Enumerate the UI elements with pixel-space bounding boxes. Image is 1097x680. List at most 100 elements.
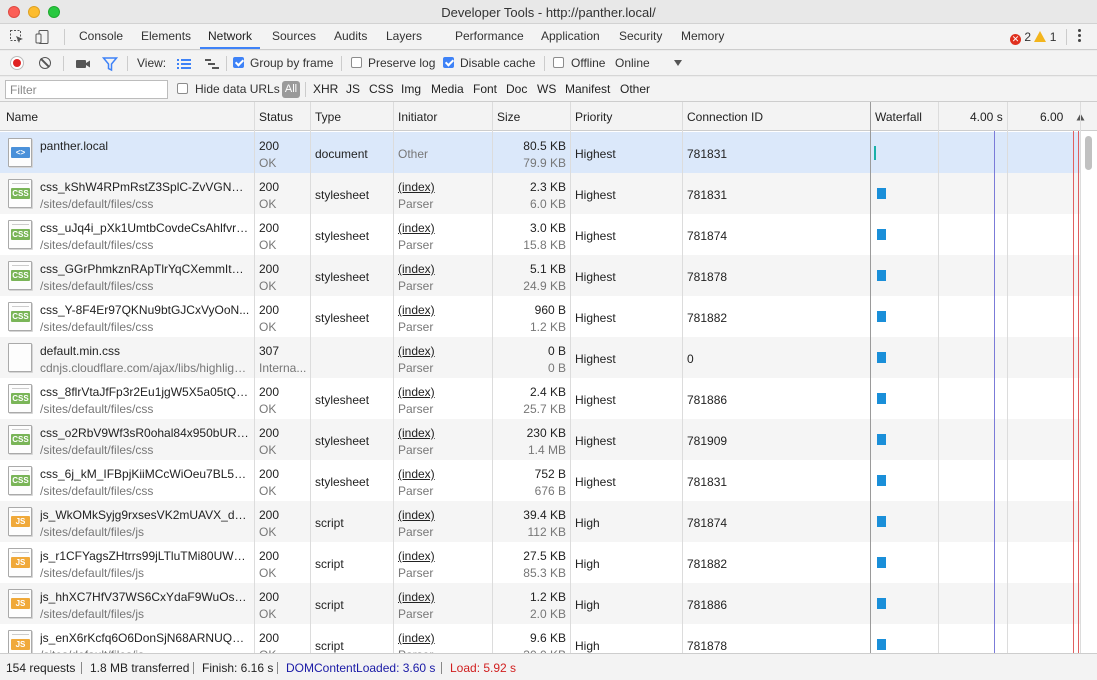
- group-by-frame-checkbox[interactable]: [233, 57, 244, 68]
- overview-waterfall-icon[interactable]: [204, 56, 220, 72]
- tab-application[interactable]: Application: [541, 24, 600, 49]
- request-name[interactable]: css_kShW4RPmRstZ3SplC-ZvVGNFV...: [40, 180, 250, 194]
- request-name[interactable]: css_Y-8F4Er97QKNu9btGJCxVyOoN...: [40, 303, 250, 317]
- initiator-type: Parser: [398, 402, 434, 416]
- request-name[interactable]: css_6j_kM_IFBpjKiiMCcWiOeu7BL5nIp...: [40, 467, 250, 481]
- filter-icon[interactable]: [102, 56, 118, 72]
- waterfall-bar: [877, 393, 886, 404]
- filter-img[interactable]: Img: [401, 82, 421, 96]
- tab-memory[interactable]: Memory: [681, 24, 724, 49]
- table-scrollbar[interactable]: [1083, 133, 1093, 651]
- initiator-link[interactable]: (index): [398, 508, 488, 522]
- filter-ws[interactable]: WS: [537, 82, 556, 96]
- initiator-link[interactable]: (index): [398, 180, 488, 194]
- column-header-waterfall[interactable]: Waterfall: [875, 110, 922, 124]
- column-header-size[interactable]: Size: [497, 110, 520, 124]
- request-name[interactable]: css_8flrVtaJfFp3r2Eu1jgW5X5a05tQz...: [40, 385, 250, 399]
- inspect-element-icon[interactable]: [9, 29, 25, 45]
- table-row[interactable]: <> panther.local 200 OK document Other 80.5 KB…: [0, 132, 1080, 173]
- initiator-link[interactable]: (index): [398, 590, 488, 604]
- waterfall-bar: [877, 475, 886, 486]
- chevron-down-icon[interactable]: [674, 60, 682, 66]
- filter-manifest[interactable]: Manifest: [565, 82, 610, 96]
- priority: Highest: [575, 229, 616, 243]
- initiator-link[interactable]: (index): [398, 467, 488, 481]
- request-name[interactable]: css_GGrPhmkznRApTlrYqCXemmItDR...: [40, 262, 250, 276]
- scrollbar-thumb[interactable]: [1085, 136, 1092, 170]
- clear-icon[interactable]: [39, 57, 51, 69]
- table-row[interactable]: CSS css_kShW4RPmRstZ3SplC-ZvVGNFV... /site…: [0, 173, 1080, 214]
- request-name[interactable]: css_uJq4i_pXk1UmtbCovdeCsAhlfvrA...: [40, 221, 250, 235]
- request-name[interactable]: js_hhXC7HfV37WS6CxYdaF9WuOsbd...: [40, 590, 250, 604]
- filter-media[interactable]: Media: [431, 82, 464, 96]
- initiator-link[interactable]: (index): [398, 426, 488, 440]
- initiator-link[interactable]: (index): [398, 262, 488, 276]
- request-name[interactable]: js_WkOMkSyjg9rxsesVK2mUAVX_dhZ...: [40, 508, 250, 522]
- large-rows-icon[interactable]: [176, 56, 192, 72]
- filter-js[interactable]: JS: [346, 82, 360, 96]
- load-marker: [1073, 131, 1074, 653]
- table-row[interactable]: CSS css_6j_kM_IFBpjKiiMCcWiOeu7BL5nIp... /…: [0, 460, 1080, 501]
- table-row[interactable]: CSS css_Y-8F4Er97QKNu9btGJCxVyOoN... /site…: [0, 296, 1080, 337]
- console-counts[interactable]: ✕ 2 1: [1010, 30, 1056, 45]
- throttling-select[interactable]: Online: [615, 56, 650, 70]
- disable-cache-checkbox[interactable]: [443, 57, 454, 68]
- column-divider: [254, 102, 255, 653]
- tab-layers[interactable]: Layers: [386, 24, 422, 49]
- initiator-link[interactable]: (index): [398, 631, 488, 645]
- initiator-link[interactable]: (index): [398, 303, 488, 317]
- record-button[interactable]: [10, 56, 24, 70]
- filter-input[interactable]: [5, 80, 168, 99]
- request-name[interactable]: css_o2RbV9Wf3sR0ohal84x950bURrt...: [40, 426, 250, 440]
- status-code: 200: [259, 221, 280, 235]
- column-header-type[interactable]: Type: [315, 110, 341, 124]
- table-row[interactable]: JSjs_enX6rKcfq6O6DonSjN68ARNUQbF.../site…: [0, 624, 1080, 653]
- tab-performance[interactable]: Performance: [455, 24, 524, 49]
- capture-screenshots-icon[interactable]: [75, 56, 91, 72]
- more-menu-icon[interactable]: [1078, 29, 1082, 44]
- device-toolbar-icon[interactable]: [35, 29, 51, 45]
- icon-lines: [12, 429, 29, 431]
- filter-font[interactable]: Font: [473, 82, 497, 96]
- hide-data-urls-checkbox[interactable]: [177, 83, 188, 94]
- table-row[interactable]: CSS css_o2RbV9Wf3sR0ohal84x950bURrt... /si…: [0, 419, 1080, 460]
- filter-doc[interactable]: Doc: [506, 82, 527, 96]
- request-name[interactable]: default.min.css: [40, 344, 250, 358]
- column-header-initiator[interactable]: Initiator: [398, 110, 437, 124]
- tab-network[interactable]: Network: [200, 24, 261, 49]
- priority: Highest: [575, 434, 616, 448]
- initiator-link[interactable]: (index): [398, 221, 488, 235]
- column-header-status[interactable]: Status: [259, 110, 293, 124]
- table-row[interactable]: CSS css_8flrVtaJfFp3r2Eu1jgW5X5a05tQz... /…: [0, 378, 1080, 419]
- request-name[interactable]: js_r1CFYagsZHtrrs99jLTluTMi80UWH...: [40, 549, 250, 563]
- request-name[interactable]: panther.local: [40, 139, 250, 153]
- table-row[interactable]: JS js_r1CFYagsZHtrrs99jLTluTMi80UWH... /si…: [0, 542, 1080, 583]
- column-header-priority[interactable]: Priority: [575, 110, 612, 124]
- initiator-link[interactable]: (index): [398, 344, 488, 358]
- tab-sources[interactable]: Sources: [272, 24, 316, 49]
- resource-size: 0 B: [547, 361, 566, 375]
- table-row[interactable]: JS js_WkOMkSyjg9rxsesVK2mUAVX_dhZ... /site…: [0, 501, 1080, 542]
- request-name[interactable]: js_enX6rKcfq6O6DonSjN68ARNUQbF...: [40, 631, 250, 645]
- initiator-link[interactable]: (index): [398, 385, 488, 399]
- filter-css[interactable]: CSS: [369, 82, 394, 96]
- filter-all-button[interactable]: All: [282, 81, 300, 98]
- offline-label: Offline: [571, 56, 606, 70]
- waterfall-bar: [877, 434, 886, 445]
- column-header-name[interactable]: Name: [6, 110, 38, 124]
- tab-console[interactable]: Console: [79, 24, 123, 49]
- filter-other[interactable]: Other: [620, 82, 650, 96]
- tab-security[interactable]: Security: [619, 24, 662, 49]
- offline-checkbox[interactable]: [553, 57, 564, 68]
- filter-xhr[interactable]: XHR: [313, 82, 338, 96]
- table-row[interactable]: default.min.css cdnjs.cloudflare.com/ajax…: [0, 337, 1080, 378]
- column-header-connection-id[interactable]: Connection ID: [687, 110, 763, 124]
- tab-elements[interactable]: Elements: [141, 24, 191, 49]
- table-row[interactable]: CSS css_GGrPhmkznRApTlrYqCXemmItDR... /sit…: [0, 255, 1080, 296]
- initiator-link[interactable]: (index): [398, 549, 488, 563]
- tab-audits[interactable]: Audits: [334, 24, 367, 49]
- table-row[interactable]: CSS css_uJq4i_pXk1UmtbCovdeCsAhlfvrA... /s…: [0, 214, 1080, 255]
- preserve-log-checkbox[interactable]: [351, 57, 362, 68]
- table-row[interactable]: JS js_hhXC7HfV37WS6CxYdaF9WuOsbd... /sites…: [0, 583, 1080, 624]
- initiator-type: Parser: [398, 566, 434, 580]
